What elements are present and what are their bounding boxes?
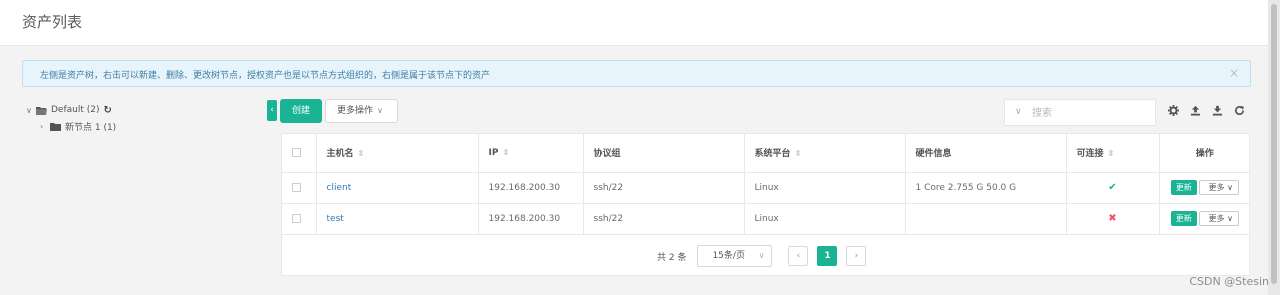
- hostname-cell: test: [316, 203, 479, 235]
- scrollbar[interactable]: [1268, 0, 1280, 295]
- folder-icon: [50, 122, 62, 131]
- row-checkbox[interactable]: [292, 213, 301, 223]
- chevron-down-icon[interactable]: ∨: [1015, 107, 1022, 117]
- col-hostname[interactable]: 主机名 ⇳: [316, 134, 479, 173]
- header-label: 硬件信息: [915, 149, 952, 160]
- more-actions-dropdown[interactable]: 更多操作 ∨: [325, 99, 398, 123]
- cross-icon: ✖: [1108, 213, 1117, 224]
- page-size-select[interactable]: 15条/页 ∨: [697, 245, 773, 267]
- row-checkbox[interactable]: [292, 182, 301, 192]
- total-count: 共 2 条: [657, 252, 687, 263]
- sort-icon[interactable]: ⇳: [1108, 149, 1115, 158]
- tree-node-label[interactable]: 新节点 1 (1): [65, 120, 116, 133]
- caret-down-icon[interactable]: ∨: [26, 106, 36, 115]
- asset-table: 主机名 ⇳ IP ⇳ 协议组 系统平台 ⇳ 硬件信息 可连接 ⇳ 操作 client 1…: [282, 134, 1250, 235]
- select-all-cell: [282, 134, 317, 173]
- row-more-dropdown[interactable]: 更多 ∨: [1198, 211, 1239, 226]
- sort-icon[interactable]: ⇳: [795, 149, 802, 158]
- connectable-cell: ✖: [1066, 203, 1160, 235]
- page-button-current[interactable]: 1: [817, 246, 838, 266]
- connectable-cell: ✔: [1066, 172, 1160, 204]
- tree-node-new-node-1[interactable]: › 新节点 1 (1): [26, 118, 116, 134]
- download-icon[interactable]: [1211, 104, 1224, 117]
- tree-node-default[interactable]: ∨ Default (2) ↻: [26, 102, 116, 118]
- protocol-cell: ssh/22: [583, 203, 745, 235]
- prev-page-button[interactable]: ‹: [788, 246, 809, 266]
- table-tools: [1167, 104, 1246, 117]
- col-protocol: 协议组: [583, 134, 745, 173]
- protocol-cell: ssh/22: [583, 172, 745, 204]
- page-title: 资产列表: [22, 13, 83, 31]
- watermark: CSDN @Stesin: [1189, 275, 1269, 288]
- update-button[interactable]: 更新: [1170, 180, 1197, 195]
- row-more-label: 更多: [1208, 183, 1225, 192]
- row-more-label: 更多: [1208, 214, 1225, 223]
- header-label: 主机名: [326, 149, 354, 160]
- sort-icon[interactable]: ⇳: [502, 148, 509, 157]
- chevron-down-icon: ∨: [377, 106, 383, 115]
- hostname-cell: client: [316, 172, 479, 204]
- row-select-cell: [282, 172, 317, 204]
- next-page-button[interactable]: ›: [846, 246, 867, 266]
- platform-cell: Linux: [744, 172, 906, 204]
- pagination: 共 2 条 15条/页 ∨ ‹ 1 ›: [657, 245, 867, 267]
- actions-cell: 更新 更多 ∨: [1159, 172, 1250, 204]
- row-more-dropdown[interactable]: 更多 ∨: [1198, 180, 1239, 195]
- folder-open-icon: [36, 106, 48, 115]
- header-label: 系统平台: [754, 149, 791, 160]
- caret-right-icon[interactable]: ›: [40, 122, 50, 131]
- refresh-icon[interactable]: [1233, 104, 1246, 117]
- hostname-link[interactable]: client: [327, 183, 352, 193]
- ip-cell: 192.168.200.30: [478, 172, 584, 204]
- header-label: 协议组: [593, 149, 621, 160]
- upload-icon[interactable]: [1189, 104, 1202, 117]
- create-button[interactable]: 创建: [280, 99, 322, 123]
- actions-cell: 更新 更多 ∨: [1159, 203, 1250, 235]
- chevron-down-icon: ∨: [758, 251, 765, 260]
- header-label: IP: [488, 147, 499, 158]
- table-row: test 192.168.200.30 ssh/22 Linux ✖ 更新 更多 …: [282, 203, 1250, 235]
- alert-text: 左侧是资产树，右击可以新建、删除、更改树节点，授权资产也是以节点方式组织的，右侧…: [40, 71, 491, 81]
- more-actions-label: 更多操作: [337, 106, 374, 116]
- col-connectable[interactable]: 可连接 ⇳: [1066, 134, 1160, 173]
- hardware-cell: [905, 203, 1067, 235]
- table-header-row: 主机名 ⇳ IP ⇳ 协议组 系统平台 ⇳ 硬件信息 可连接 ⇳ 操作: [282, 134, 1250, 173]
- sort-icon[interactable]: ⇳: [358, 149, 365, 158]
- collapse-tree-button[interactable]: ‹: [267, 100, 277, 121]
- check-icon: ✔: [1108, 182, 1117, 193]
- col-platform[interactable]: 系统平台 ⇳: [744, 134, 906, 173]
- info-alert: 左侧是资产树，右击可以新建、删除、更改树节点，授权资产也是以节点方式组织的，右侧…: [22, 60, 1251, 87]
- platform-cell: Linux: [744, 203, 906, 235]
- header-label: 可连接: [1076, 149, 1104, 160]
- col-ip[interactable]: IP ⇳: [478, 134, 584, 173]
- scrollbar-thumb[interactable]: [1271, 4, 1277, 284]
- asset-list-page: 资产列表 左侧是资产树，右击可以新建、删除、更改树节点，授权资产也是以节点方式组…: [0, 0, 1280, 295]
- hostname-link[interactable]: test: [327, 214, 344, 224]
- tree-node-label[interactable]: Default (2): [51, 105, 100, 115]
- page-size-value: 15条/页: [712, 251, 745, 261]
- ip-cell: 192.168.200.30: [478, 203, 584, 235]
- asset-tree: ∨ Default (2) ↻ › 新节点 1 (1): [26, 102, 116, 134]
- update-button[interactable]: 更新: [1170, 211, 1197, 226]
- select-all-checkbox[interactable]: [292, 147, 301, 157]
- refresh-icon[interactable]: ↻: [104, 105, 112, 116]
- col-actions: 操作: [1159, 134, 1250, 173]
- table-row: client 192.168.200.30 ssh/22 Linux 1 Cor…: [282, 172, 1250, 204]
- search-box[interactable]: ∨: [1004, 99, 1156, 126]
- hardware-cell: 1 Core 2.755 G 50.0 G: [905, 172, 1067, 204]
- search-input[interactable]: [1032, 105, 1150, 121]
- col-hardware: 硬件信息: [905, 134, 1067, 173]
- row-select-cell: [282, 203, 317, 235]
- gear-icon[interactable]: [1167, 104, 1180, 117]
- chevron-down-icon: ∨: [1227, 214, 1233, 223]
- close-icon[interactable]: ×: [1229, 66, 1239, 80]
- title-bar: 资产列表: [0, 0, 1268, 46]
- chevron-down-icon: ∨: [1227, 183, 1233, 192]
